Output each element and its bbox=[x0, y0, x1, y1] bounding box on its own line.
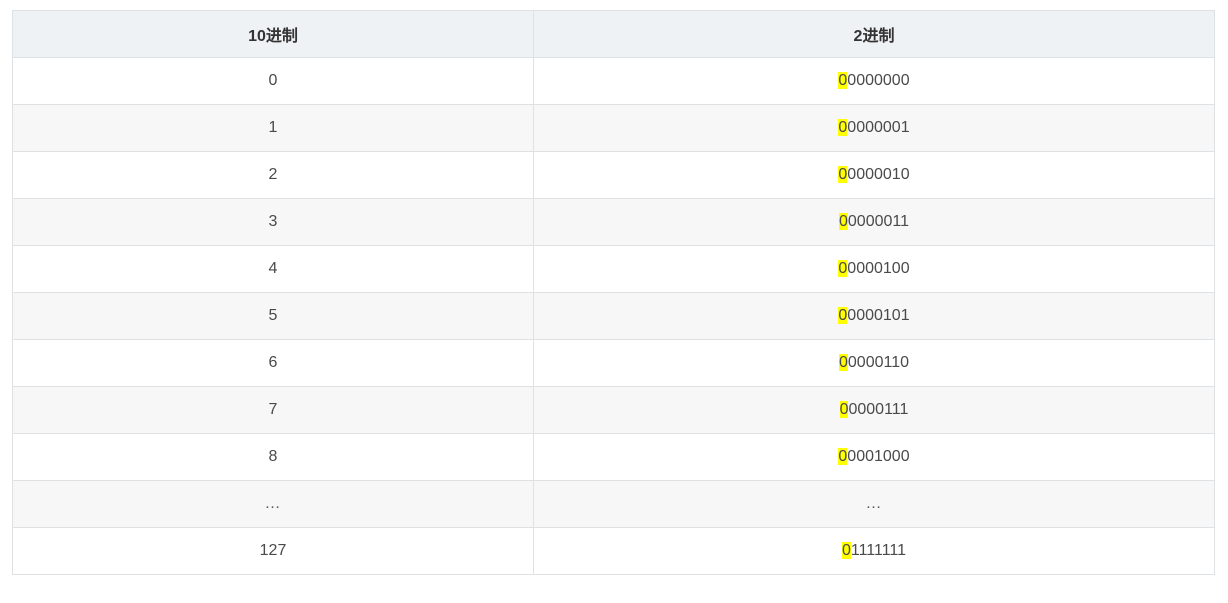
header-decimal: 10进制 bbox=[12, 10, 534, 58]
highlighted-sign-bit: 0 bbox=[838, 448, 848, 465]
binary-table-container: 10进制 2进制 0 00000000 1 00000001 2 0000001… bbox=[12, 10, 1215, 575]
table-body: 0 00000000 1 00000001 2 00000010 3 00000… bbox=[12, 57, 1215, 575]
table-row: 127 01111111 bbox=[12, 527, 1215, 575]
table-row: 4 00000100 bbox=[12, 245, 1215, 293]
table-header-row: 10进制 2进制 bbox=[12, 10, 1215, 58]
table-row: 6 00000110 bbox=[12, 339, 1215, 387]
table-row-ellipsis: … … bbox=[12, 480, 1215, 528]
decimal-cell-ellipsis: … bbox=[12, 480, 534, 528]
binary-remaining-bits: 0000010 bbox=[847, 166, 910, 183]
binary-cell-ellipsis: … bbox=[533, 480, 1215, 528]
decimal-cell: 2 bbox=[12, 151, 534, 199]
highlighted-sign-bit: 0 bbox=[838, 354, 848, 371]
header-binary: 2进制 bbox=[533, 10, 1215, 58]
decimal-cell: 8 bbox=[12, 433, 534, 481]
binary-remaining-bits: 0000110 bbox=[847, 354, 909, 371]
highlighted-sign-bit: 0 bbox=[838, 166, 848, 183]
decimal-cell: 7 bbox=[12, 386, 534, 434]
binary-remaining-bits: 0000111 bbox=[848, 401, 909, 418]
highlighted-sign-bit: 0 bbox=[838, 72, 848, 89]
highlighted-sign-bit: 0 bbox=[838, 260, 848, 277]
table-row: 5 00000101 bbox=[12, 292, 1215, 340]
table-row: 7 00000111 bbox=[12, 386, 1215, 434]
decimal-cell: 4 bbox=[12, 245, 534, 293]
binary-remaining-bits: 0000011 bbox=[847, 213, 909, 230]
binary-cell: 00000010 bbox=[533, 151, 1215, 199]
binary-remaining-bits: 0000101 bbox=[847, 307, 910, 324]
binary-cell: 00000111 bbox=[533, 386, 1215, 434]
decimal-cell: 127 bbox=[12, 527, 534, 575]
decimal-cell: 1 bbox=[12, 104, 534, 152]
binary-remaining-bits: 1111111 bbox=[850, 542, 907, 559]
binary-remaining-bits: 0000001 bbox=[847, 119, 910, 136]
binary-remaining-bits: 0000000 bbox=[847, 72, 910, 89]
highlighted-sign-bit: 0 bbox=[838, 213, 848, 230]
table-row: 3 00000011 bbox=[12, 198, 1215, 246]
table-row: 0 00000000 bbox=[12, 57, 1215, 105]
binary-cell: 00000001 bbox=[533, 104, 1215, 152]
binary-cell: 00000110 bbox=[533, 339, 1215, 387]
binary-remaining-bits: 0000100 bbox=[847, 260, 910, 277]
table-row: 8 00001000 bbox=[12, 433, 1215, 481]
binary-cell: 01111111 bbox=[533, 527, 1215, 575]
decimal-cell: 3 bbox=[12, 198, 534, 246]
binary-cell: 00000011 bbox=[533, 198, 1215, 246]
binary-remaining-bits: 0001000 bbox=[847, 448, 910, 465]
decimal-cell: 5 bbox=[12, 292, 534, 340]
table-row: 2 00000010 bbox=[12, 151, 1215, 199]
highlighted-sign-bit: 0 bbox=[838, 119, 848, 136]
table-row: 1 00000001 bbox=[12, 104, 1215, 152]
highlighted-sign-bit: 0 bbox=[841, 542, 851, 559]
decimal-binary-table: 10进制 2进制 0 00000000 1 00000001 2 0000001… bbox=[12, 10, 1215, 575]
decimal-cell: 6 bbox=[12, 339, 534, 387]
binary-cell: 00000000 bbox=[533, 57, 1215, 105]
binary-cell: 00000100 bbox=[533, 245, 1215, 293]
binary-cell: 00000101 bbox=[533, 292, 1215, 340]
highlighted-sign-bit: 0 bbox=[838, 307, 848, 324]
binary-cell: 00001000 bbox=[533, 433, 1215, 481]
decimal-cell: 0 bbox=[12, 57, 534, 105]
